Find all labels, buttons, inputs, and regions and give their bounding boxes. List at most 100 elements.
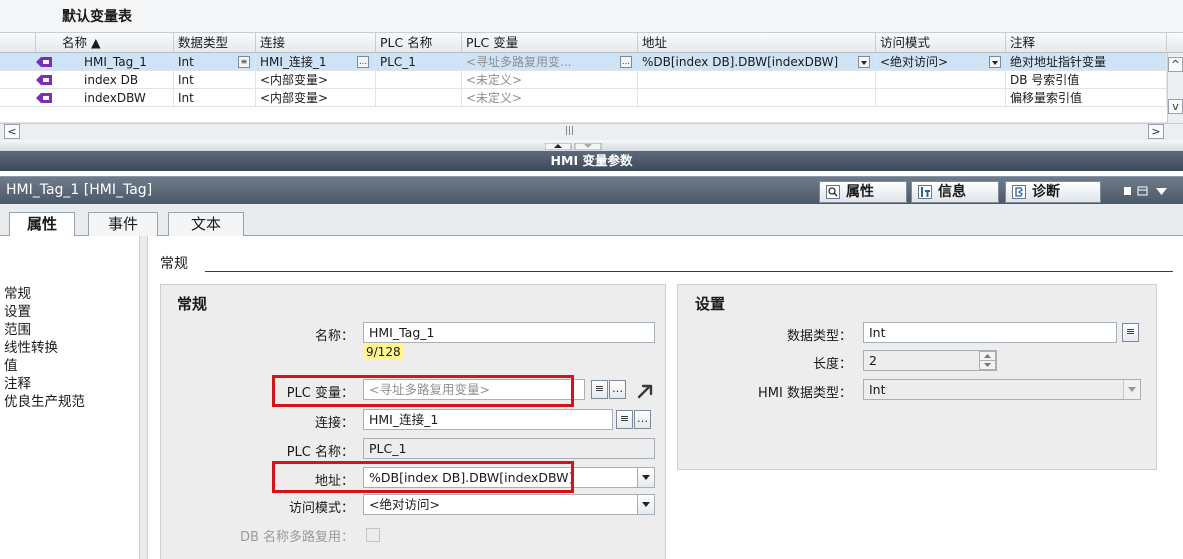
header-name[interactable]: 名称 ▲ [58,33,174,53]
nav-item-values[interactable]: 值 [4,354,18,374]
table-title: 默认变量表 [62,9,132,25]
tab-diagnostics[interactable]: 诊断 [1005,181,1101,203]
table-row[interactable]: HMI_Tag_1 Int ≡ HMI_连接_1 … PLC_1 <寻址多路复用… [0,53,1167,71]
connection-input[interactable]: HMI_连接_1 [363,409,613,430]
inspector-title: HMI_Tag_1 [HMI_Tag] [6,182,153,198]
hmi-tag-params-bar: HMI 变量参数 [0,151,1183,171]
collapse-arrows-icon[interactable] [545,143,605,150]
access-mode-dropdown-icon[interactable] [637,495,654,514]
nav-item-gmp[interactable]: 优良生产规范 [4,390,85,410]
cell-address[interactable] [638,71,876,89]
header-access[interactable]: 访问模式 [876,33,1006,53]
nav-item-linear-scaling[interactable]: 线性转换 [4,336,58,356]
connection-browse-button[interactable]: … [357,56,369,68]
address-dropdown-icon[interactable] [637,468,654,487]
cell-access[interactable]: <绝对访问> [876,53,1006,71]
table-vertical-scrollbar[interactable]: ^ v [1167,53,1183,123]
cell-plc-name[interactable]: PLC_1 [376,53,462,71]
tab-events[interactable]: 事件 [88,212,158,236]
window-controls-icon[interactable] [1122,185,1180,197]
cell-access[interactable] [876,89,1006,107]
header-comment[interactable]: 注释 [1006,33,1167,53]
nav-splitter[interactable] [140,236,148,559]
address-highlight-box [272,461,574,493]
cell-plc-var[interactable]: <寻址多路复用变... [462,53,638,71]
header-plc-var[interactable]: PLC 变量 [462,33,638,53]
table-horizontal-scrollbar[interactable]: < ||| > [0,123,1183,140]
access-dropdown-icon[interactable] [989,56,1001,68]
access-mode-select[interactable]: <绝对访问> [363,494,655,515]
section-divider [205,271,1173,272]
table-empty-row [0,107,1167,123]
scroll-left-icon[interactable]: < [4,124,20,139]
type-list-icon[interactable]: ≡ [238,56,250,68]
data-type-input[interactable]: Int [863,322,1117,343]
name-input[interactable]: HMI_Tag_1 [363,322,655,343]
table-row[interactable]: indexDBW Int <内部变量> <未定义> 偏移量索引值 [0,89,1167,107]
hmi-data-type-label: HMI 数据类型： [758,386,852,401]
hmi-tag-icon [36,57,52,67]
cell-comment[interactable]: 偏移量索引值 [1006,89,1167,107]
goto-arrow-icon[interactable] [636,381,656,399]
cell-plc-name[interactable] [376,89,462,107]
cell-plc-var[interactable]: <未定义> [462,89,638,107]
hmi-data-type-dropdown-icon [1123,380,1140,399]
length-value: 2 [869,353,877,368]
cell-name[interactable]: index DB [80,71,174,89]
plc-name-label: PLC 名称： [286,445,354,460]
panel-splitter[interactable] [0,142,1183,151]
plcvar-browse-button[interactable]: … [620,56,632,68]
cell-connection[interactable]: <内部变量> [256,89,376,107]
tab-attributes[interactable]: 属性 [9,212,75,237]
cell-comment[interactable]: DB 号索引值 [1006,71,1167,89]
table-row[interactable]: index DB Int <内部变量> <未定义> DB 号索引值 [0,71,1167,89]
data-type-label: 数据类型： [786,329,852,344]
tab-properties[interactable]: 属性 [819,181,907,203]
plcvar-browse-button[interactable]: … [609,380,626,399]
scroll-up-icon[interactable]: ^ [1168,57,1183,72]
scroll-right-icon[interactable]: > [1148,124,1164,139]
address-dropdown-icon[interactable] [858,56,870,68]
nav-item-comment[interactable]: 注释 [4,372,31,392]
nav-item-range[interactable]: 范围 [4,318,31,338]
connection-label: 连接： [314,416,354,431]
cell-access[interactable] [876,71,1006,89]
header-connection[interactable]: 连接 [256,33,376,53]
table-header: 名称 ▲ 数据类型 连接 PLC 名称 PLC 变量 地址 访问模式 注释 [0,32,1183,53]
tab-info[interactable]: 信息 [911,181,999,203]
nav-item-general[interactable]: 常规 [4,282,31,302]
cell-comment[interactable]: 绝对地址指针变量 [1006,53,1167,71]
connection-browse-button[interactable]: … [634,410,651,429]
scroll-grip-icon[interactable]: ||| [565,126,574,136]
tab-texts[interactable]: 文本 [168,212,244,236]
hmi-data-type-select: Int [863,379,1141,400]
cell-type[interactable]: Int [174,71,256,89]
cell-type[interactable]: Int [174,89,256,107]
diagnostics-icon [1012,185,1026,199]
hmi-tag-icon [36,75,52,85]
connection-list-icon[interactable]: ≡ [616,410,633,429]
data-type-list-icon[interactable]: ≡ [1122,323,1139,342]
inspector-tab-row: 属性 事件 文本 [0,204,1183,237]
cell-plc-name[interactable] [376,71,462,89]
header-plc-name[interactable]: PLC 名称 [376,33,462,53]
hmi-tag-icon [36,93,52,103]
section-heading: 常规 [160,256,188,272]
header-address[interactable]: 地址 [638,33,876,53]
cell-name[interactable]: indexDBW [80,89,174,107]
cell-name[interactable]: HMI_Tag_1 [80,53,174,71]
cell-plc-var[interactable]: <未定义> [462,71,638,89]
plcvar-list-icon[interactable]: ≡ [591,380,608,399]
header-type[interactable]: 数据类型 [174,33,256,53]
cell-connection[interactable]: <内部变量> [256,71,376,89]
db-multiplex-checkbox[interactable] [366,528,380,542]
cell-address[interactable]: %DB[index DB].DBW[indexDBW] [638,53,876,71]
header-spacer [0,33,36,53]
scroll-down-icon[interactable]: v [1168,99,1183,114]
name-label: 名称： [314,329,354,344]
magnifier-icon [826,185,840,199]
nav-item-settings[interactable]: 设置 [4,300,31,320]
name-char-counter: 9/128 [363,344,404,360]
cell-address[interactable] [638,89,876,107]
info-icon [918,185,932,199]
